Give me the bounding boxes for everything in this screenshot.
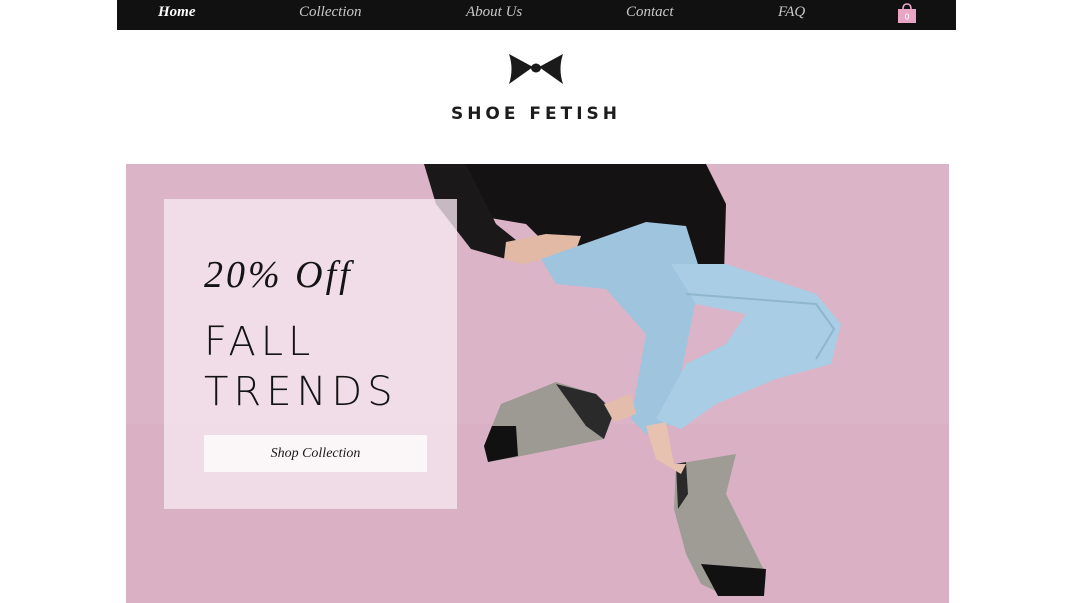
nav-contact[interactable]: Contact <box>626 3 674 23</box>
promo-title-line1: FALL <box>204 319 316 365</box>
cart-button[interactable]: 0 <box>896 2 918 24</box>
nav-faq[interactable]: FAQ <box>778 3 805 23</box>
promo-box: 20% Off FALL TRENDS Shop Collection <box>164 199 457 509</box>
promo-title-line2: TRENDS <box>204 369 398 415</box>
shopping-bag-icon: 0 <box>898 3 916 23</box>
top-navbar: Home Collection About Us Contact FAQ 0 <box>117 0 956 30</box>
nav-about-us[interactable]: About Us <box>466 3 522 23</box>
hero-banner: 20% Off FALL TRENDS Shop Collection <box>126 164 949 603</box>
brand-name: SHOE FETISH <box>450 104 622 124</box>
nav-collection[interactable]: Collection <box>299 3 362 23</box>
nav-home[interactable]: Home <box>158 3 196 23</box>
promo-discount: 20% Off <box>204 254 353 296</box>
shop-collection-button[interactable]: Shop Collection <box>204 435 427 472</box>
cart-count: 0 <box>904 13 909 22</box>
bow-icon <box>509 54 563 84</box>
promo-title: FALL TRENDS <box>204 317 454 417</box>
